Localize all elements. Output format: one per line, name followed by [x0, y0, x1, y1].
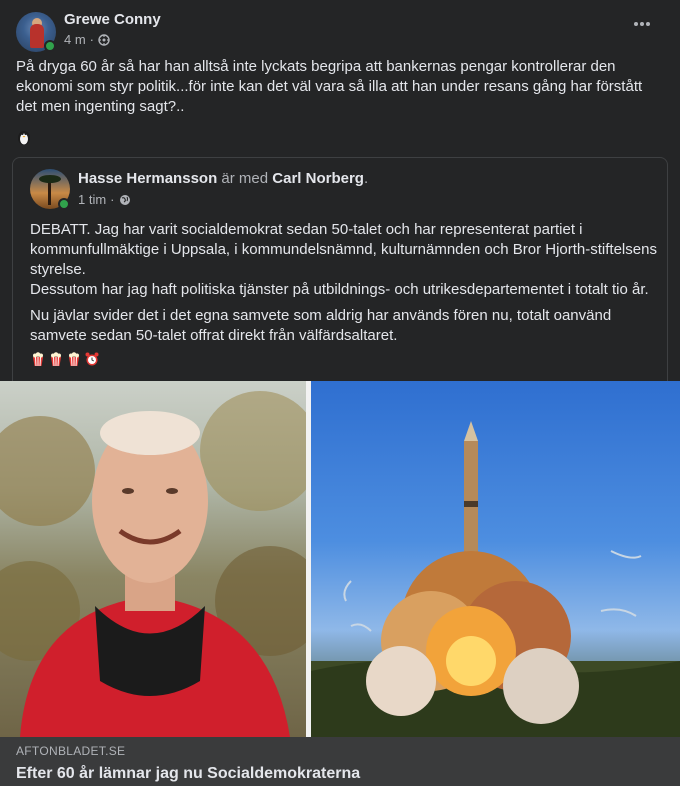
meta-separator: · — [89, 32, 95, 47]
popcorn-icon — [33, 352, 43, 367]
privacy-public-globe-icon[interactable] — [119, 194, 131, 206]
post-body-text: På dryga 60 år så har han alltså inte ly… — [16, 58, 643, 115]
post-header: Grewe Conny 4 m · — [16, 10, 664, 54]
link-domain: AFTONBLADET.SE — [16, 744, 126, 758]
shared-paragraph-1: DEBATT. Jag har varit socialdemokrat sed… — [30, 221, 657, 278]
link-preview-image[interactable] — [0, 381, 680, 737]
shared-with-text: är med — [221, 170, 269, 187]
alarm-clock-icon — [85, 352, 99, 366]
shared-paragraph-3: Nu jävlar svider det i det egna samvete … — [30, 307, 612, 344]
shared-tagged-name[interactable]: Carl Norberg — [272, 170, 364, 187]
shared-online-status-indicator — [58, 198, 70, 210]
shared-meta-separator: · — [110, 192, 115, 207]
portrait-photo — [0, 381, 306, 737]
shared-author-line: Hasse Hermansson är med Carl Norberg. — [78, 170, 368, 187]
shared-paragraph-2: Dessutom har jag haft politiska tjänster… — [30, 281, 649, 298]
more-options-button[interactable] — [628, 14, 656, 42]
link-preview-footer[interactable]: AFTONBLADET.SE Efter 60 år lämnar jag nu… — [0, 737, 680, 786]
penguin-icon — [18, 131, 30, 145]
shared-post-meta: 1 tim · — [78, 192, 131, 207]
online-status-indicator — [44, 40, 56, 52]
shared-post-text: DEBATT. Jag har varit socialdemokrat sed… — [30, 220, 660, 352]
more-horizontal-icon — [634, 22, 650, 26]
feed-post: Grewe Conny 4 m · På dryga 60 år så har … — [0, 0, 680, 786]
post-meta: 4 m · — [64, 32, 110, 47]
shared-author-name[interactable]: Hasse Hermansson — [78, 170, 217, 187]
post-timestamp[interactable]: 4 m — [64, 32, 86, 47]
shared-emoji-row — [30, 351, 100, 367]
link-title[interactable]: Efter 60 år lämnar jag nu Socialdemokrat… — [16, 765, 360, 783]
shared-tagged-suffix: . — [363, 170, 369, 187]
popcorn-icon — [69, 352, 79, 367]
popcorn-icon — [51, 352, 61, 367]
post-author-name[interactable]: Grewe Conny — [64, 11, 161, 28]
privacy-friends-icon[interactable] — [98, 33, 110, 46]
shared-post-timestamp[interactable]: 1 tim — [78, 192, 106, 207]
missile-launch-photo — [311, 381, 680, 737]
